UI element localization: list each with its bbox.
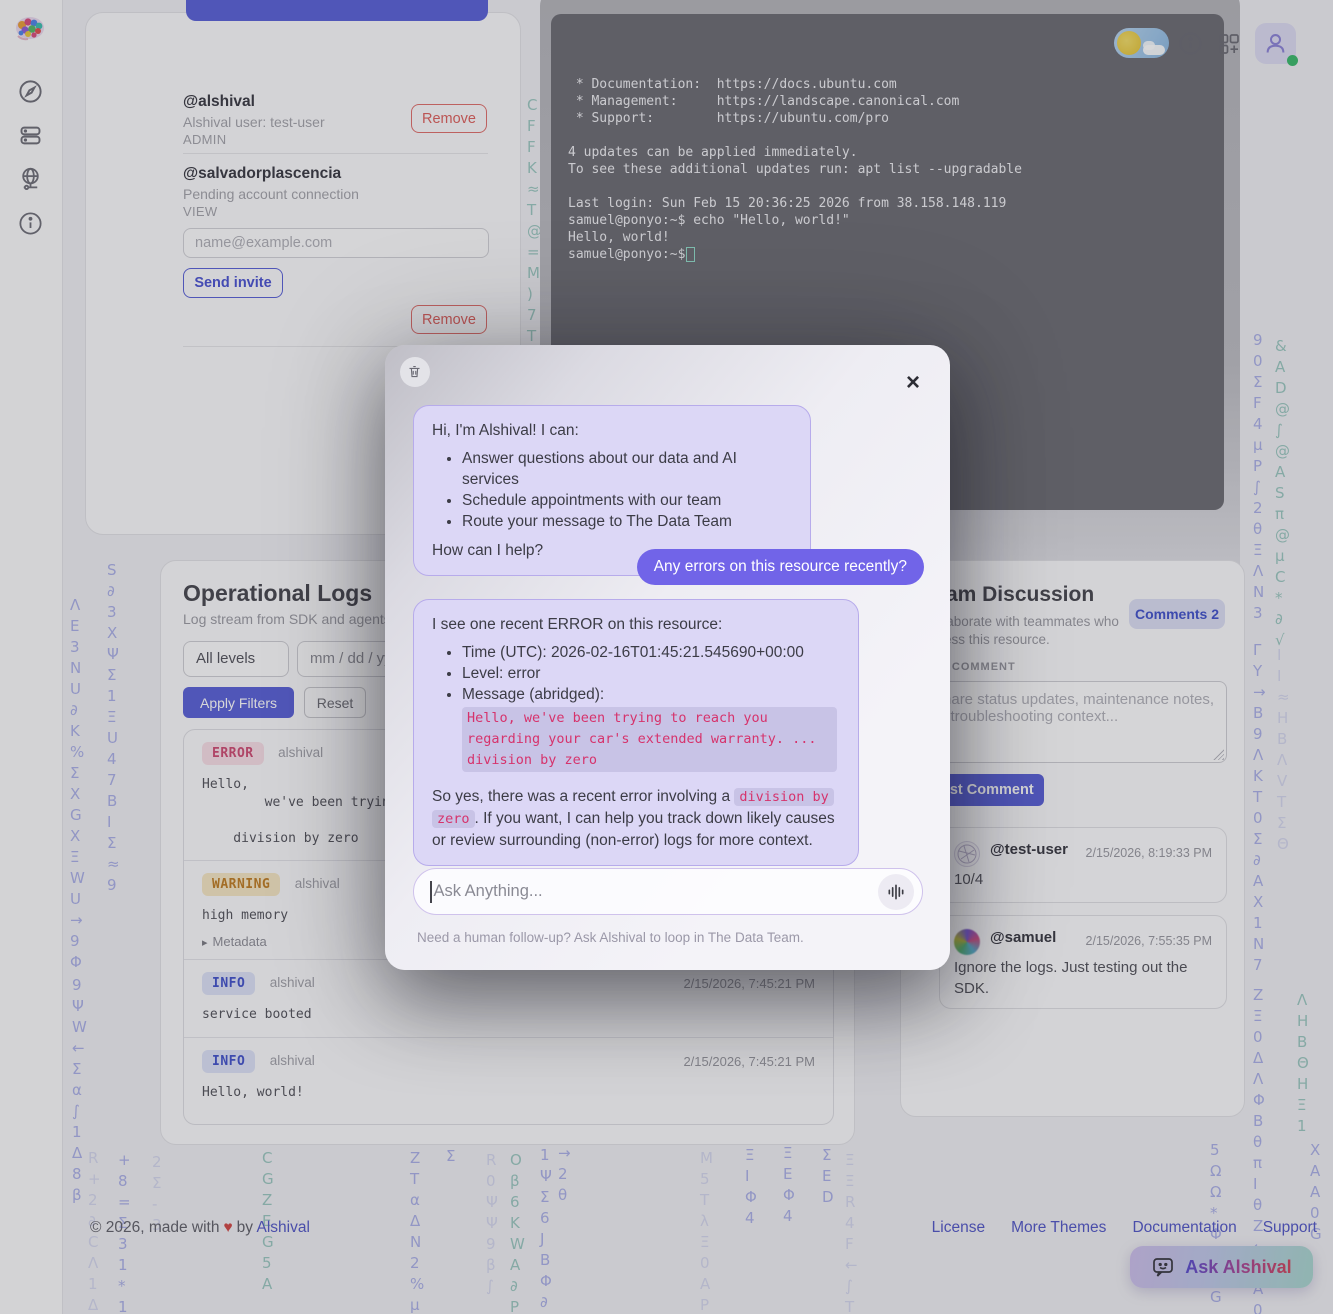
assistant-message: I see one recent ERROR on this resource:… xyxy=(413,599,859,866)
clear-chat-button[interactable] xyxy=(400,357,430,387)
chat-input-placeholder: Ask Anything... xyxy=(434,882,879,901)
alshival-chat-modal: × Hi, I'm Alshival! I can: Answer questi… xyxy=(385,345,950,970)
text-caret xyxy=(430,881,432,903)
chat-input[interactable]: Ask Anything... xyxy=(413,868,923,915)
error-code-snippet: Hello, we've been trying to reach you re… xyxy=(462,707,837,772)
chat-footnote: Need a human follow-up? Ask Alshival to … xyxy=(417,930,804,945)
waveform-icon xyxy=(886,882,906,902)
trash-icon xyxy=(407,364,422,379)
voice-input-button[interactable] xyxy=(878,874,914,910)
close-icon[interactable]: × xyxy=(906,371,920,395)
user-message: Any errors on this resource recently? xyxy=(637,549,924,585)
